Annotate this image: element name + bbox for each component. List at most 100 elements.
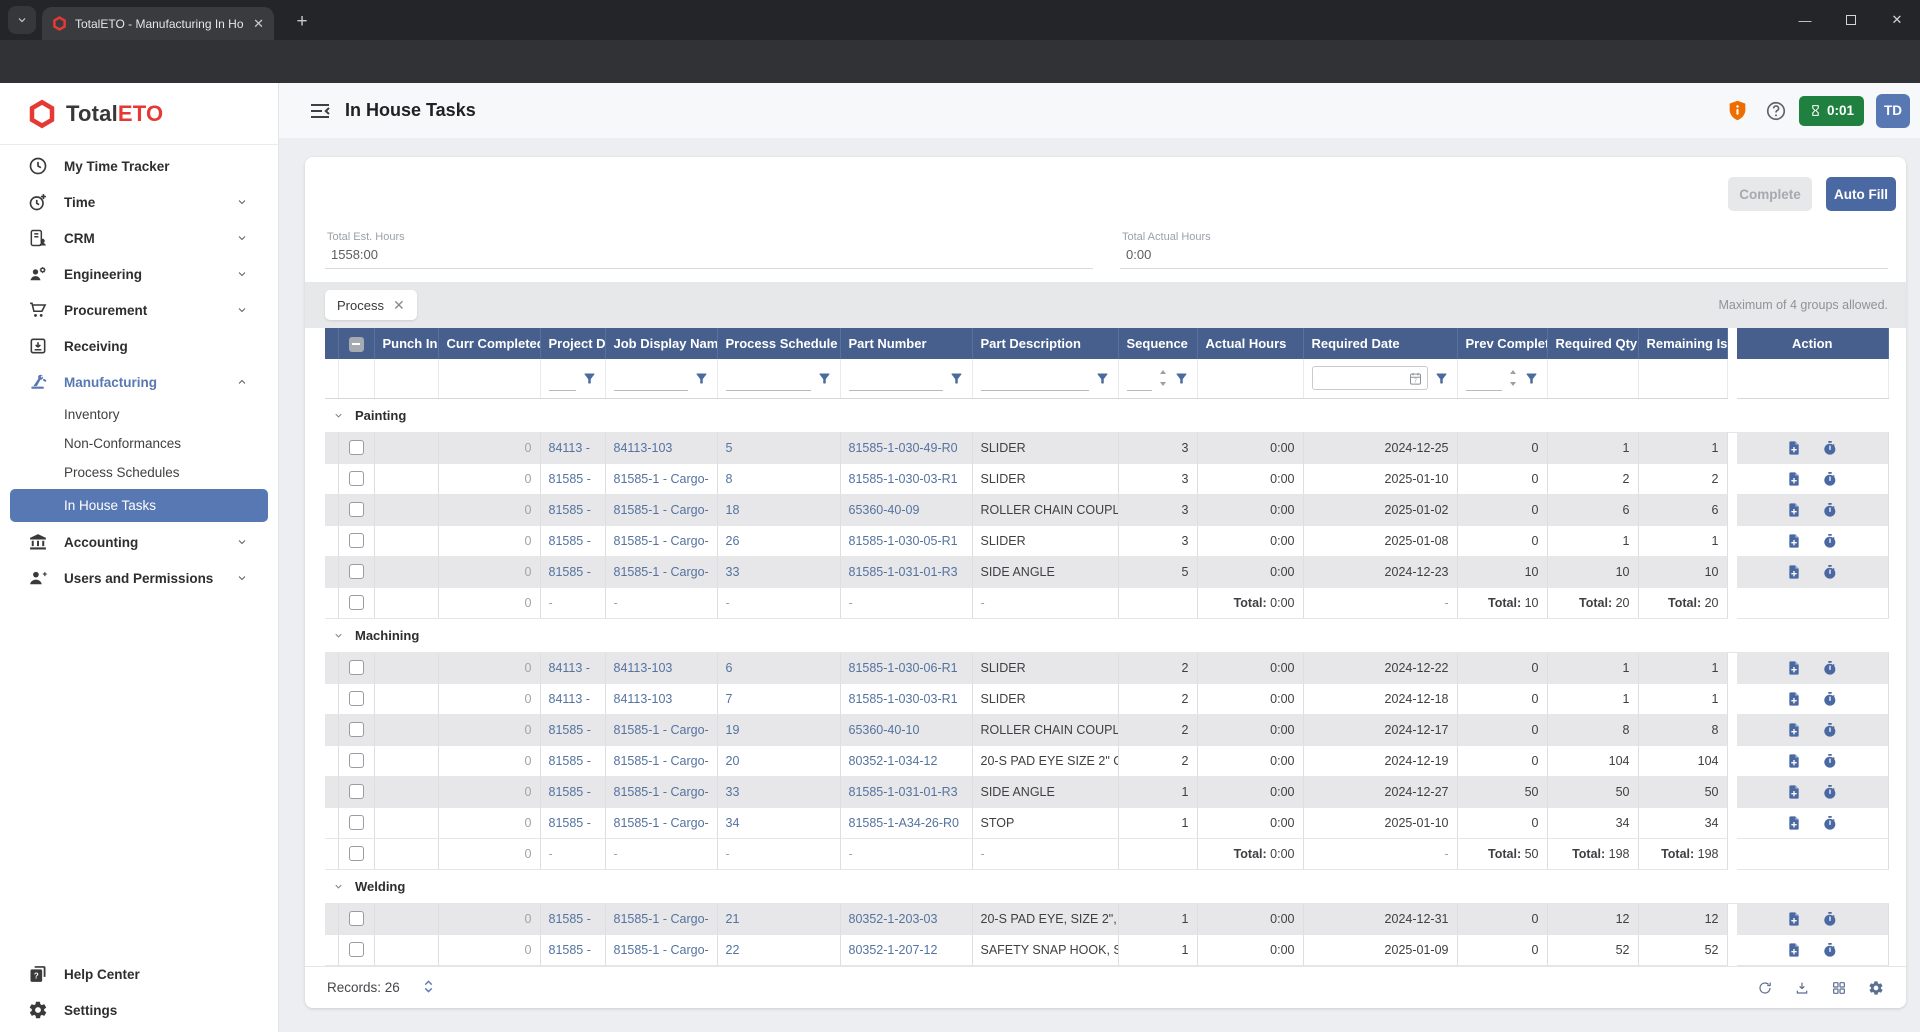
maximize-icon[interactable]: [1828, 0, 1874, 40]
cell-part_number[interactable]: 81585-1-A34-26-R0: [840, 807, 972, 838]
cell-job_display_name[interactable]: 81585-1 - Cargo-: [605, 903, 717, 934]
row-checkbox[interactable]: [349, 502, 364, 517]
sidebar-item-accounting[interactable]: Accounting: [0, 524, 278, 560]
row-checkbox[interactable]: [349, 753, 364, 768]
filter-prev_completed[interactable]: [1466, 365, 1539, 391]
document-add-icon[interactable]: [1786, 564, 1802, 580]
filter-input[interactable]: [726, 365, 811, 391]
filter-input[interactable]: [1466, 365, 1502, 391]
cell-job_display_name[interactable]: 81585-1 - Cargo-: [605, 776, 717, 807]
filter-project[interactable]: [549, 365, 597, 391]
row-checkbox[interactable]: [349, 595, 364, 610]
close-icon[interactable]: ✕: [253, 16, 264, 32]
complete-button[interactable]: Complete: [1728, 177, 1812, 211]
grid-icon[interactable]: [1831, 980, 1847, 996]
stopwatch-icon[interactable]: [1822, 440, 1838, 456]
cell-project[interactable]: 81585 -: [540, 903, 605, 934]
sidebar-item-engineering[interactable]: Engineering: [0, 256, 278, 292]
select-all-checkbox[interactable]: [349, 337, 364, 352]
cell-process_schedule[interactable]: 6: [717, 652, 840, 683]
cell-project[interactable]: 84113 -: [540, 432, 605, 463]
document-add-icon[interactable]: [1786, 533, 1802, 549]
stopwatch-icon[interactable]: [1822, 784, 1838, 800]
browser-tab[interactable]: TotalETO - Manufacturing In Ho ✕: [42, 7, 274, 40]
records-stepper-icon[interactable]: [422, 980, 435, 996]
sidebar-item-crm[interactable]: CRM: [0, 220, 278, 256]
chip-remove-icon[interactable]: ✕: [393, 297, 405, 314]
cell-project[interactable]: 81585 -: [540, 494, 605, 525]
document-add-icon[interactable]: [1786, 691, 1802, 707]
cell-project[interactable]: 81585 -: [540, 745, 605, 776]
stopwatch-icon[interactable]: [1822, 471, 1838, 487]
column-header-sequence[interactable]: Sequence: [1118, 328, 1197, 359]
stopwatch-icon[interactable]: [1822, 691, 1838, 707]
cell-job_display_name[interactable]: 81585-1 - Cargo-: [605, 525, 717, 556]
cell-project[interactable]: 84113 -: [540, 652, 605, 683]
row-checkbox[interactable]: [349, 942, 364, 957]
cell-part_number[interactable]: 81585-1-030-05-R1: [840, 525, 972, 556]
row-checkbox[interactable]: [349, 660, 364, 675]
help-icon[interactable]: [1765, 100, 1787, 122]
cell-part_number[interactable]: 81585-1-030-03-R1: [840, 683, 972, 714]
cell-project[interactable]: 81585 -: [540, 934, 605, 965]
cell-process_schedule[interactable]: 33: [717, 776, 840, 807]
sidebar-item-time[interactable]: Time: [0, 184, 278, 220]
stopwatch-icon[interactable]: [1822, 533, 1838, 549]
filter-part_description[interactable]: [981, 365, 1110, 391]
stopwatch-icon[interactable]: [1822, 564, 1838, 580]
cell-process_schedule[interactable]: 34: [717, 807, 840, 838]
cell-process_schedule[interactable]: 18: [717, 494, 840, 525]
row-checkbox[interactable]: [349, 784, 364, 799]
cell-part_number[interactable]: 80352-1-034-12: [840, 745, 972, 776]
cell-project[interactable]: 81585 -: [540, 807, 605, 838]
column-header-curr_completed[interactable]: Curr Completed: [438, 328, 540, 359]
cell-job_display_name[interactable]: 84113-103: [605, 432, 717, 463]
cell-part_number[interactable]: 81585-1-031-01-R3: [840, 556, 972, 587]
sidebar-item-non-conformances[interactable]: Non-Conformances: [0, 429, 278, 458]
column-header-part_number[interactable]: Part Number: [840, 328, 972, 359]
column-header-punch_in[interactable]: Punch In..: [374, 328, 438, 359]
column-header-part_description[interactable]: Part Description: [972, 328, 1118, 359]
sidebar-item-procurement[interactable]: Procurement: [0, 292, 278, 328]
column-header-required_date[interactable]: Required Date: [1303, 328, 1457, 359]
column-header-gutter[interactable]: [325, 328, 338, 359]
cell-job_display_name[interactable]: 81585-1 - Cargo-: [605, 714, 717, 745]
filter-input[interactable]: [1127, 365, 1152, 391]
cell-part_number[interactable]: 81585-1-030-49-R0: [840, 432, 972, 463]
total-est-hours-field[interactable]: Total Est. Hours 1558:00: [325, 228, 1093, 269]
cell-project[interactable]: 81585 -: [540, 776, 605, 807]
minimize-icon[interactable]: —: [1782, 0, 1828, 40]
cell-part_number[interactable]: 81585-1-030-03-R1: [840, 463, 972, 494]
stopwatch-icon[interactable]: [1822, 502, 1838, 518]
document-add-icon[interactable]: [1786, 440, 1802, 456]
window-close-icon[interactable]: ✕: [1874, 0, 1920, 40]
menu-collapse-icon[interactable]: [308, 99, 332, 123]
cell-process_schedule[interactable]: 20: [717, 745, 840, 776]
row-checkbox[interactable]: [349, 722, 364, 737]
sidebar-item-manufacturing[interactable]: Manufacturing: [0, 364, 278, 400]
column-header-job_display_name[interactable]: Job Display Name: [605, 328, 717, 359]
document-add-icon[interactable]: [1786, 502, 1802, 518]
document-add-icon[interactable]: [1786, 753, 1802, 769]
cell-project[interactable]: 81585 -: [540, 463, 605, 494]
document-add-icon[interactable]: [1786, 784, 1802, 800]
filter-input[interactable]: [981, 365, 1089, 391]
column-header-process_schedule[interactable]: Process Schedule: [717, 328, 840, 359]
cell-job_display_name[interactable]: 81585-1 - Cargo-: [605, 934, 717, 965]
refresh-icon[interactable]: [1757, 980, 1773, 996]
row-checkbox[interactable]: [349, 691, 364, 706]
cell-process_schedule[interactable]: 33: [717, 556, 840, 587]
stopwatch-icon[interactable]: [1822, 660, 1838, 676]
sidebar-item-in-house-tasks[interactable]: In House Tasks: [10, 489, 268, 522]
stopwatch-icon[interactable]: [1822, 753, 1838, 769]
group-chip-process[interactable]: Process ✕: [325, 290, 417, 320]
column-header-prev_completed[interactable]: Prev Completed: [1457, 328, 1547, 359]
document-add-icon[interactable]: [1786, 815, 1802, 831]
filter-sequence[interactable]: [1127, 365, 1189, 391]
row-checkbox[interactable]: [349, 440, 364, 455]
gear-icon[interactable]: [1868, 980, 1884, 996]
column-header-action[interactable]: Action: [1737, 328, 1888, 359]
sidebar-item-receiving[interactable]: Receiving: [0, 328, 278, 364]
cell-project[interactable]: 81585 -: [540, 556, 605, 587]
cell-part_number[interactable]: 65360-40-10: [840, 714, 972, 745]
